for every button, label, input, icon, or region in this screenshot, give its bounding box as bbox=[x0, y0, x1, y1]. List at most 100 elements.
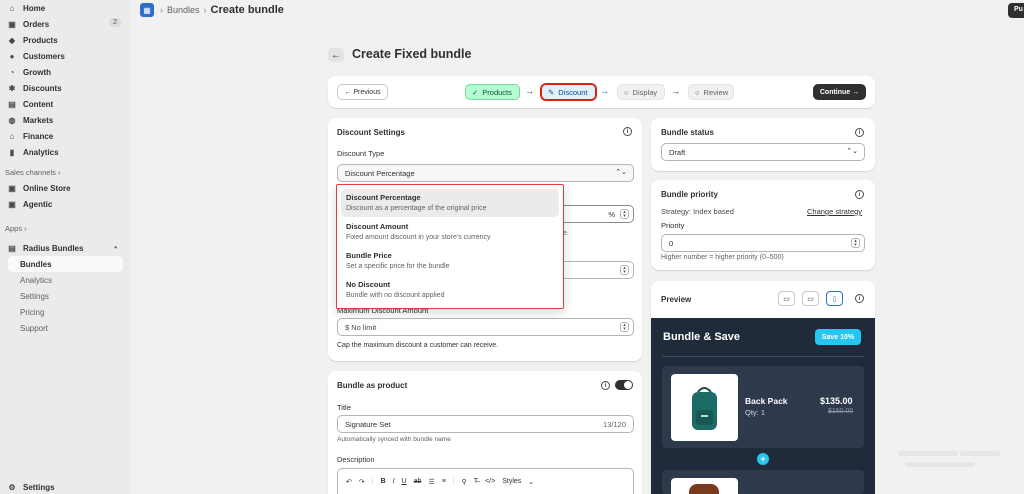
info-icon[interactable]: i bbox=[855, 190, 864, 199]
sidebar-item-settings[interactable]: ⚙ Settings bbox=[5, 479, 123, 494]
sidebar-item-online-store[interactable]: ▣ Online Store bbox=[5, 180, 123, 196]
strikethrough-icon[interactable]: ab bbox=[414, 478, 422, 485]
widget-item bbox=[662, 470, 864, 494]
sidebar-item-orders[interactable]: ▣ Orders 2 bbox=[5, 16, 123, 32]
option-title: No Discount bbox=[346, 280, 391, 289]
clear-format-icon[interactable]: T̶ bbox=[474, 478, 478, 485]
widget-item-price: $135.00 bbox=[820, 396, 853, 406]
discount-icon: ✱ bbox=[8, 83, 16, 93]
discount-type-select[interactable]: Discount Percentage ⌃⌄ bbox=[337, 164, 634, 182]
sidebar-item-discounts[interactable]: ✱ Discounts bbox=[5, 80, 123, 96]
info-icon[interactable]: i bbox=[855, 294, 864, 303]
bold-icon[interactable]: B bbox=[381, 478, 386, 485]
sidebar-item-agentic[interactable]: ▣ Agentic bbox=[5, 196, 123, 212]
sidebar-sub-pricing[interactable]: Pricing bbox=[20, 304, 123, 320]
apps-heading[interactable]: Apps › bbox=[5, 224, 27, 233]
stepper-icon[interactable]: ▴ ▾ bbox=[620, 322, 629, 332]
chevron-down-icon[interactable]: ⌄ bbox=[528, 478, 534, 486]
max-discount-input[interactable]: $ No limit ▴ ▾ bbox=[337, 318, 634, 336]
redo-icon[interactable]: ↷ bbox=[359, 478, 365, 486]
option-discount-amount[interactable]: Discount Amount Fixed amount discount in … bbox=[341, 218, 559, 246]
back-button[interactable]: ← bbox=[328, 48, 344, 62]
sales-channels-heading[interactable]: Sales channels › bbox=[5, 168, 60, 177]
discount-type-dropdown: Discount Percentage Discount as a percent… bbox=[336, 184, 564, 309]
select-caret-icon: ⌃⌄ bbox=[846, 148, 858, 155]
tablet-view-button[interactable]: ▭ bbox=[802, 291, 819, 306]
step-arrow-icon: → bbox=[600, 86, 609, 96]
code-icon[interactable]: </> bbox=[485, 478, 495, 485]
info-icon[interactable]: i bbox=[601, 381, 610, 390]
pin-dot-icon[interactable]: • bbox=[114, 243, 117, 252]
circle-icon: ○ bbox=[624, 87, 629, 97]
sidebar-item-label: Online Store bbox=[23, 183, 71, 193]
blurred-text bbox=[898, 451, 958, 456]
numbered-list-icon[interactable]: ☰ bbox=[428, 478, 434, 486]
sidebar-sub-support[interactable]: Support bbox=[20, 320, 123, 336]
previous-button[interactable]: ← Previous bbox=[337, 84, 388, 100]
sidebar-item-label: Orders bbox=[23, 19, 50, 29]
sidebar-sub-bundles[interactable]: Bundles bbox=[8, 256, 123, 272]
toolbar-divider: | bbox=[452, 478, 455, 485]
sidebar-item-finance[interactable]: ⌂ Finance bbox=[5, 128, 123, 144]
styles-dropdown[interactable]: Styles bbox=[502, 478, 521, 485]
step-products[interactable]: ✓ Products bbox=[465, 84, 520, 100]
option-discount-percentage[interactable]: Discount Percentage Discount as a percent… bbox=[341, 189, 559, 217]
sidebar-item-markets[interactable]: ◍ Markets bbox=[5, 112, 123, 128]
sidebar-item-radius-bundles[interactable]: ▤ Radius Bundles • bbox=[5, 240, 123, 256]
sidebar-item-label: Growth bbox=[23, 67, 51, 77]
bundle-status-value: Draft bbox=[669, 147, 686, 157]
sidebar-sub-settings[interactable]: Settings bbox=[20, 288, 123, 304]
step-review[interactable]: ○ Review bbox=[688, 84, 734, 100]
mobile-view-button[interactable]: ▯ bbox=[826, 291, 843, 306]
breadcrumb-separator: › bbox=[203, 5, 207, 15]
bundle-product-toggle[interactable] bbox=[615, 380, 633, 390]
sidebar-item-products[interactable]: ◆ Products bbox=[5, 32, 123, 48]
italic-icon[interactable]: I bbox=[393, 478, 395, 485]
toolbar-divider: | bbox=[371, 478, 374, 485]
widget-save-badge: Save 10% bbox=[815, 329, 861, 345]
sidebar-sub-label: Pricing bbox=[20, 307, 45, 317]
step-discount[interactable]: ✎ Discount bbox=[540, 83, 597, 101]
sidebar-item-content[interactable]: ▤ Content bbox=[5, 96, 123, 112]
option-desc: Bundle with no discount applied bbox=[346, 292, 445, 299]
rich-text-toolbar: ↶ ↷ | B I U ab ☰ ≡ | ⚲ T̶ </> Styles ⌄ bbox=[337, 468, 634, 494]
breadcrumb-separator: › bbox=[160, 5, 163, 15]
sidebar-item-growth[interactable]: ◔ Growth bbox=[5, 64, 123, 80]
option-title: Bundle Price bbox=[346, 251, 392, 260]
link-icon[interactable]: ⚲ bbox=[462, 478, 467, 486]
breadcrumb-bundles-link[interactable]: Bundles bbox=[167, 5, 200, 15]
option-bundle-price[interactable]: Bundle Price Set a specific price for the… bbox=[341, 247, 559, 275]
publish-button[interactable]: Pu bbox=[1008, 3, 1024, 18]
step-label: Review bbox=[703, 87, 729, 97]
info-icon[interactable]: i bbox=[623, 127, 632, 136]
sidebar-item-home[interactable]: ⌂ Home bbox=[5, 0, 123, 16]
title-label: Title bbox=[337, 403, 351, 412]
change-strategy-link[interactable]: Change strategy bbox=[807, 207, 862, 216]
strategy-text: Strategy: Index based bbox=[661, 207, 734, 216]
continue-button[interactable]: Continue → bbox=[813, 84, 866, 100]
stepper-icon[interactable]: ▴ ▾ bbox=[620, 209, 629, 219]
priority-input[interactable]: 0 ▴ ▾ bbox=[661, 234, 865, 252]
growth-icon: ◔ bbox=[9, 67, 15, 77]
step-display[interactable]: ○ Display bbox=[617, 84, 665, 100]
desktop-view-button[interactable]: ▭ bbox=[778, 291, 795, 306]
info-icon[interactable]: i bbox=[855, 128, 864, 137]
step-arrow-icon: → bbox=[671, 86, 680, 96]
bullet-list-icon[interactable]: ≡ bbox=[442, 478, 446, 485]
discount-type-label: Discount Type bbox=[337, 149, 385, 158]
bundle-status-title: Bundle status bbox=[661, 128, 714, 137]
sidebar: ⌂ Home ▣ Orders 2 ◆ Products ● Customers ◔ Gro… bbox=[0, 0, 130, 494]
product-title-input[interactable]: Signature Set 13/120 bbox=[337, 415, 634, 433]
sidebar-sub-analytics[interactable]: Analytics bbox=[20, 272, 123, 288]
bundle-status-select[interactable]: Draft ⌃⌄ bbox=[661, 143, 865, 161]
priority-help: Higher number = higher priority (0–500) bbox=[661, 254, 784, 261]
jacket-icon bbox=[689, 484, 719, 494]
stepper-icon[interactable]: ▴ ▾ bbox=[851, 238, 860, 248]
sidebar-item-customers[interactable]: ● Customers bbox=[5, 48, 123, 64]
undo-icon[interactable]: ↶ bbox=[346, 478, 352, 486]
sidebar-item-analytics[interactable]: ▮ Analytics bbox=[5, 144, 123, 160]
option-no-discount[interactable]: No Discount Bundle with no discount appli… bbox=[341, 276, 559, 304]
underline-icon[interactable]: U bbox=[402, 478, 407, 485]
option-title: Discount Percentage bbox=[346, 193, 421, 202]
stepper-icon[interactable]: ▴ ▾ bbox=[620, 265, 629, 275]
